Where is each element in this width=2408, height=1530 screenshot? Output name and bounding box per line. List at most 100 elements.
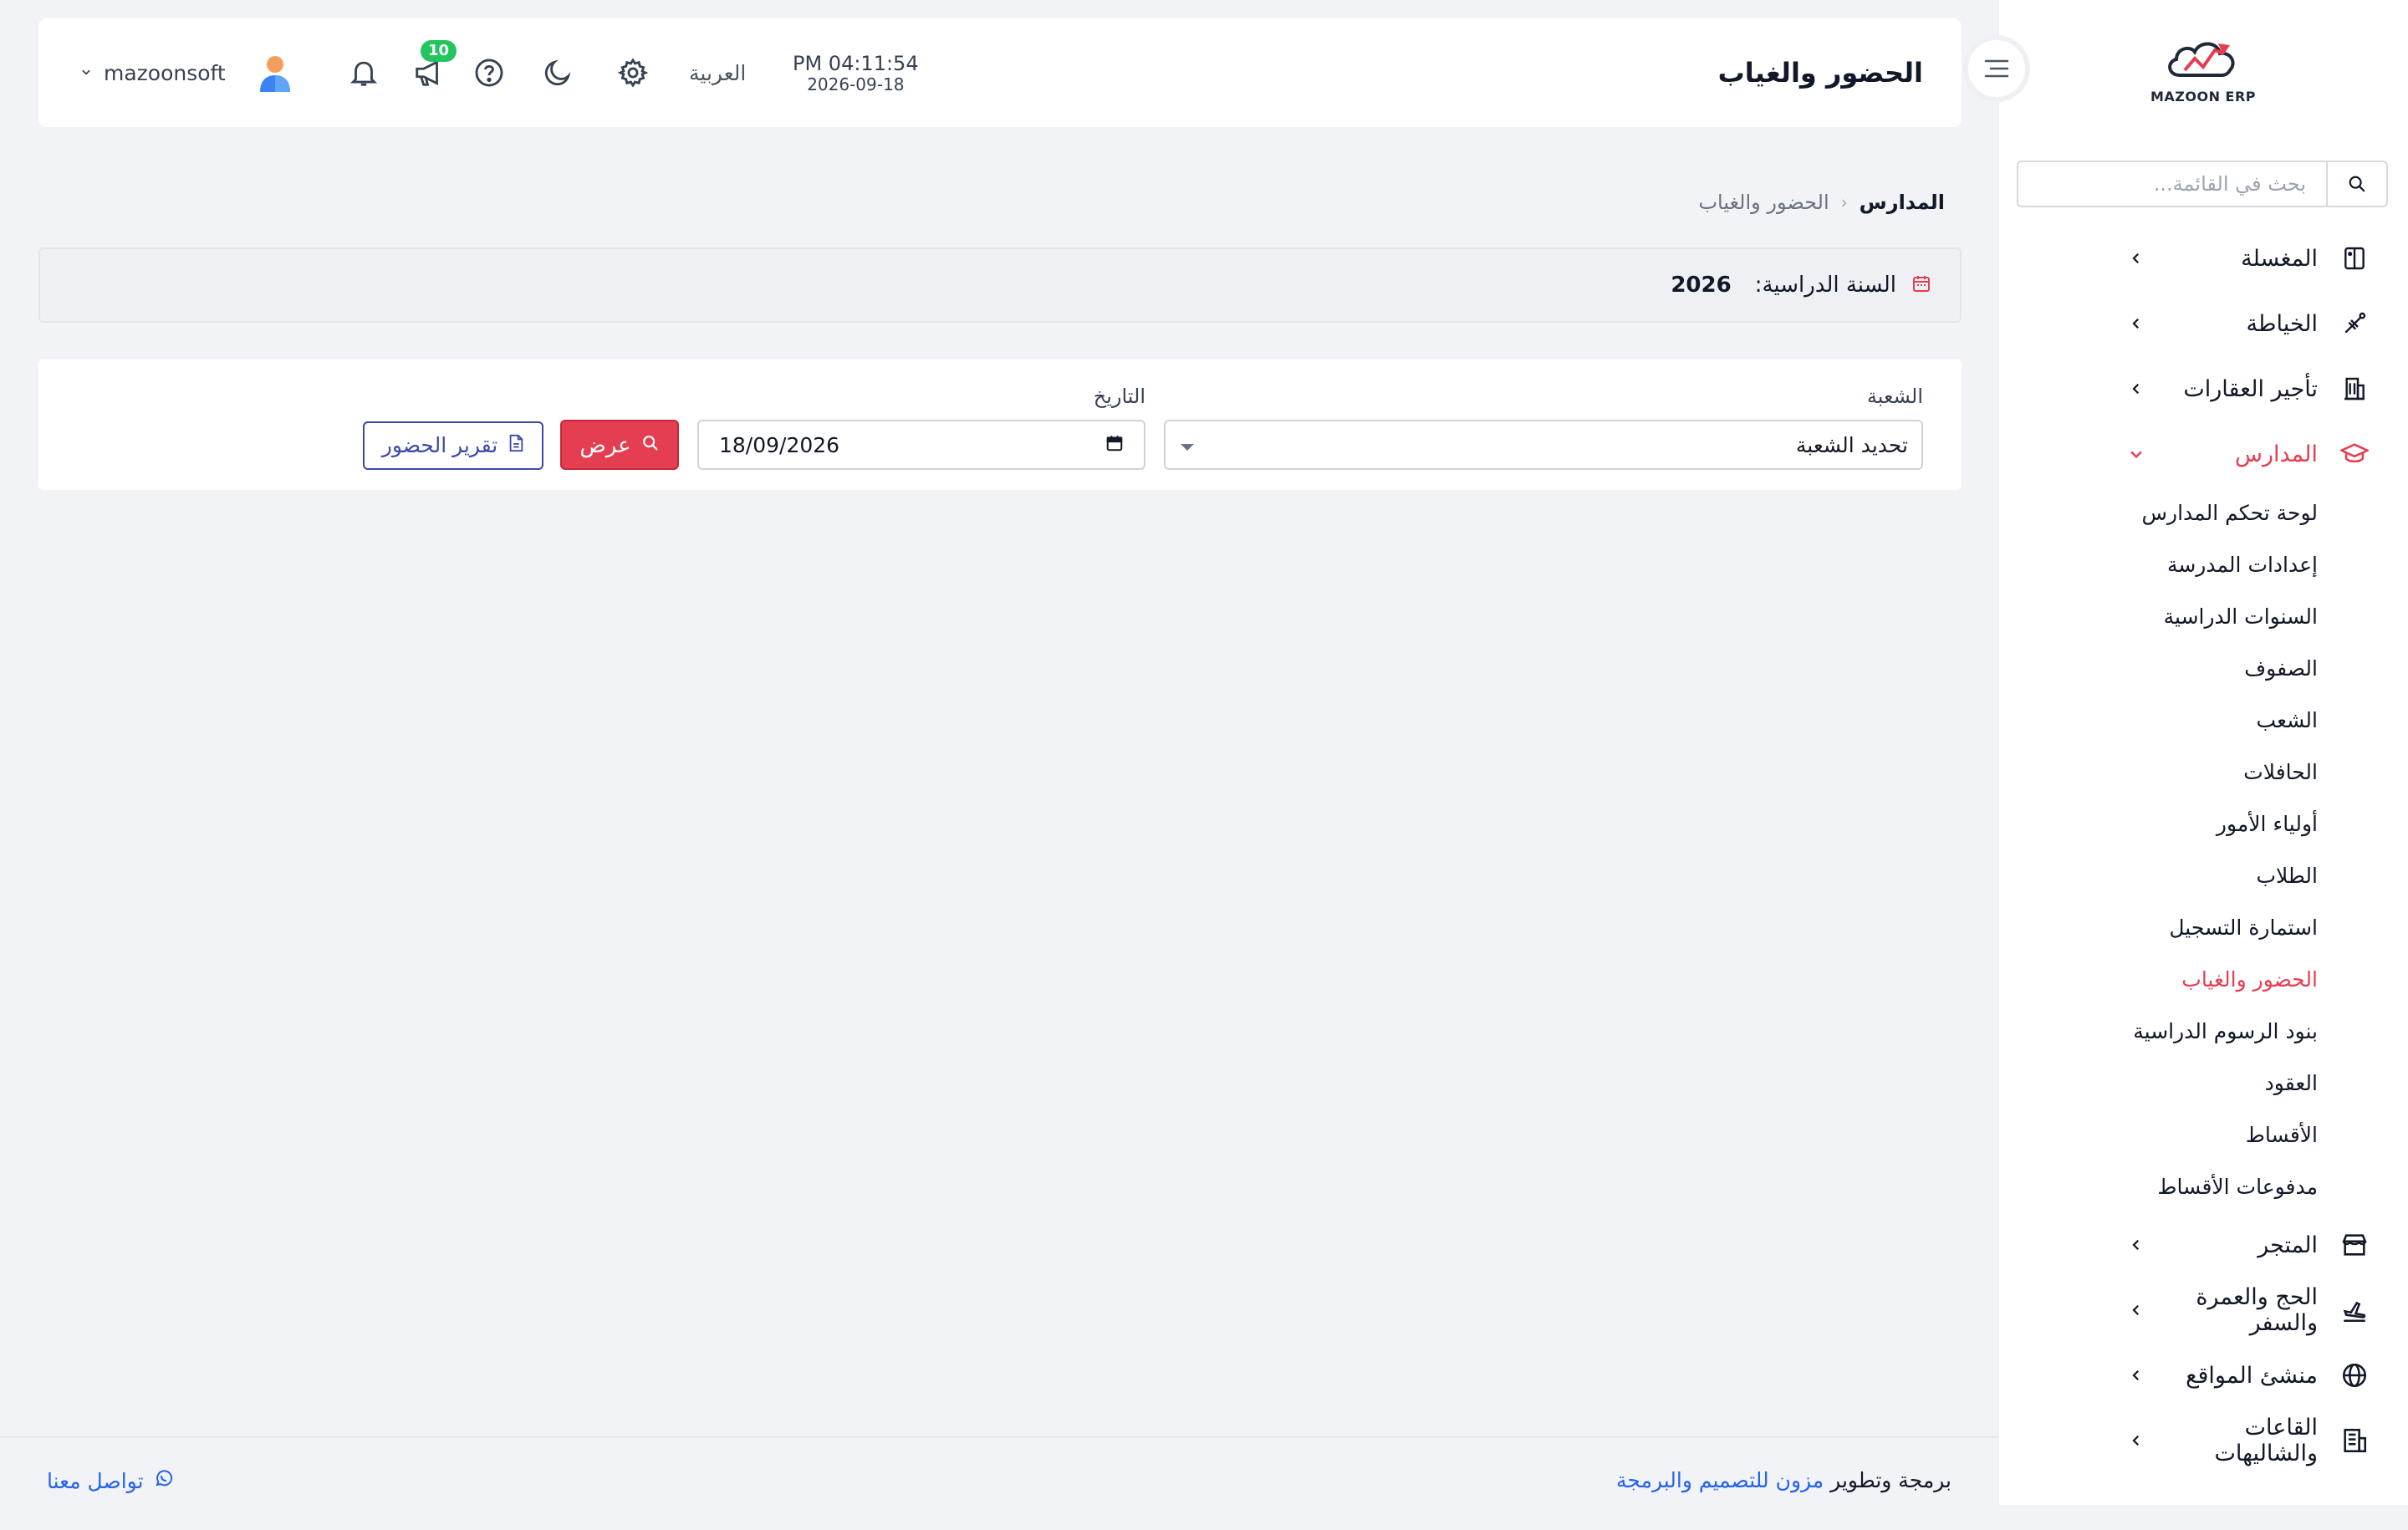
chevron-left-icon: ‹ (1840, 192, 1848, 212)
submenu-item-grades[interactable]: الصفوف (1998, 642, 2318, 694)
page-title: الحضور والغياب (1717, 57, 1923, 89)
sidebar-item-tailoring[interactable]: الخياطة (1998, 291, 2408, 356)
calendar-icon (1911, 273, 1931, 297)
chevron-down-icon (2124, 441, 2149, 467)
username: mazoonsoft (104, 60, 226, 85)
breadcrumb-root[interactable]: المدارس (1860, 191, 1945, 214)
sidebar-nav: المغسلة الخياطة تأجير العقارات المدارس ل… (1998, 226, 2408, 1473)
submenu-item-attendance[interactable]: الحضور والغياب (1998, 953, 2318, 1005)
sidebar-item-label: المتجر (2258, 1232, 2318, 1258)
show-button-label: عرض (579, 431, 631, 457)
date-input[interactable]: 18/09/2026 (697, 420, 1145, 470)
submenu-item-buses[interactable]: الحافلات (1998, 746, 2318, 798)
sidebar-item-label: تأجير العقارات (2183, 375, 2318, 402)
footer-credit: برمجة وتطوير مزون للتصميم والبرمجة (1616, 1468, 1951, 1492)
sidebar-item-laundry[interactable]: المغسلة (1998, 226, 2408, 291)
chevron-left-icon (2124, 1363, 2149, 1388)
section-select-value: تحديد الشعبة (1795, 432, 1908, 457)
section-select[interactable]: تحديد الشعبة (1164, 420, 1923, 470)
section-label: الشعبة (1866, 385, 1923, 408)
laundry-icon (2338, 242, 2371, 275)
submenu-item-academic-years[interactable]: السنوات الدراسية (1998, 590, 2318, 642)
submenu-item-schools-dashboard[interactable]: لوحة تحكم المدارس (1998, 487, 2319, 538)
search-icon[interactable] (2326, 162, 2386, 206)
show-button[interactable]: عرض (560, 420, 679, 470)
attendance-report-button[interactable]: تقرير الحضور (363, 421, 543, 470)
breadcrumb-current: الحضور والغياب (1698, 191, 1829, 214)
sidebar-item-label: المدارس (2234, 441, 2318, 467)
language-switcher[interactable]: العربية (689, 18, 746, 127)
academic-year-value: 2026 (1671, 273, 1732, 298)
chevron-left-icon (2124, 1428, 2149, 1453)
submenu-item-installment-payments[interactable]: مدفوعات الأقساط (1998, 1160, 2318, 1212)
schools-submenu: لوحة تحكم المدارس إعدادات المدرسة السنوا… (1998, 487, 2408, 1212)
calendar-icon[interactable] (1105, 433, 1124, 457)
footer-credit-prefix: برمجة وتطوير (1830, 1468, 1951, 1492)
building-icon (2338, 372, 2371, 405)
date-label: التاريخ (1093, 385, 1145, 408)
report-button-label: تقرير الحضور (381, 434, 498, 457)
chevron-down-icon (80, 65, 92, 81)
submenu-item-fee-items[interactable]: بنود الرسوم الدراسية (1998, 1005, 2318, 1057)
chevron-left-icon (2124, 311, 2149, 336)
sidebar-item-label: الخياطة (2246, 310, 2319, 337)
sidebar-item-real-estate[interactable]: تأجير العقارات (1998, 356, 2408, 421)
sidebar-item-store[interactable]: المتجر (1998, 1212, 2408, 1278)
caret-down-icon (1179, 433, 1196, 457)
hall-icon (2338, 1424, 2371, 1457)
user-menu[interactable]: mazoonsoft (80, 18, 298, 127)
academic-year-bar: السنة الدراسية: 2026 (38, 247, 1962, 323)
chevron-left-icon (2124, 376, 2149, 401)
plane-icon (2338, 1293, 2371, 1327)
sidebar-item-label: القاعات والشاليهات (2214, 1415, 2318, 1466)
header-clock: PM 04:11:54 2026-09-18 (793, 52, 919, 94)
sidebar-item-travel[interactable]: الحج والعمرة والسفر (1998, 1278, 2408, 1343)
footer-divider (0, 1436, 1998, 1438)
sidebar-toggle-button[interactable] (1963, 35, 2030, 102)
academic-year-label: السنة الدراسية: (1754, 273, 1896, 298)
submenu-item-contracts[interactable]: العقود (1998, 1057, 2318, 1109)
menu-search-input[interactable] (2018, 162, 2326, 206)
submenu-item-installments[interactable]: الأقساط (1998, 1109, 2318, 1160)
menu-icon (1984, 59, 2009, 78)
sidebar-item-site-builder[interactable]: منشئ المواقع (1998, 1343, 2408, 1408)
graduation-cap-icon (2338, 437, 2371, 471)
bell-icon[interactable] (343, 52, 385, 94)
sidebar-item-schools[interactable]: المدارس (1998, 421, 2408, 487)
whatsapp-icon (154, 1468, 174, 1493)
clock-time: PM 04:11:54 (793, 52, 919, 75)
notification-badge: 10 (420, 40, 457, 62)
submenu-item-sections[interactable]: الشعب (1998, 694, 2318, 746)
dark-mode-icon[interactable] (537, 52, 579, 94)
brand-name: MAZOON ERP (2150, 89, 2257, 105)
search-icon (641, 432, 660, 458)
tailoring-icon (2338, 307, 2371, 340)
sidebar-item-label: منشئ المواقع (2186, 1362, 2318, 1389)
submenu-item-guardians[interactable]: أولياء الأمور (1998, 798, 2318, 849)
chevron-left-icon (2124, 1298, 2149, 1323)
contact-us-link[interactable]: تواصل معنا (47, 1468, 174, 1493)
globe-icon (2338, 1359, 2371, 1392)
menu-search[interactable] (2017, 161, 2388, 207)
announcements-icon[interactable]: 10 (408, 40, 457, 94)
top-header: الحضور والغياب PM 04:11:54 2026-09-18 ال… (38, 18, 1962, 127)
settings-icon[interactable] (612, 52, 654, 94)
footer-credit-link[interactable]: مزون للتصميم والبرمجة (1616, 1468, 1824, 1492)
sidebar-item-label: المغسلة (2241, 245, 2318, 272)
attendance-filter-card: الشعبة التاريخ تحديد الشعبة 18/09/2026 ع… (38, 360, 1962, 490)
breadcrumb: المدارس ‹ الحضور والغياب (1698, 191, 1945, 214)
mazoon-logo-icon (2168, 42, 2235, 77)
brand-logo[interactable]: MAZOON ERP (2149, 33, 2258, 117)
sidebar-item-halls[interactable]: القاعات والشاليهات (1998, 1408, 2408, 1473)
submenu-item-school-settings[interactable]: إعدادات المدرسة (1998, 538, 2318, 590)
sidebar-item-label: الحج والعمرة والسفر (2196, 1284, 2318, 1336)
report-file-icon (508, 434, 524, 458)
submenu-item-registration-form[interactable]: استمارة التسجيل (1998, 901, 2318, 953)
sidebar: MAZOON ERP المغسلة الخياطة تأجير العقا (1998, 0, 2408, 1505)
chevron-left-icon (2124, 246, 2149, 271)
submenu-item-students[interactable]: الطلاب (1998, 849, 2318, 901)
contact-us-label: تواصل معنا (47, 1468, 144, 1493)
clock-date: 2026-09-18 (807, 74, 905, 94)
date-input-value: 18/09/2026 (719, 432, 840, 457)
help-icon[interactable] (468, 52, 510, 94)
